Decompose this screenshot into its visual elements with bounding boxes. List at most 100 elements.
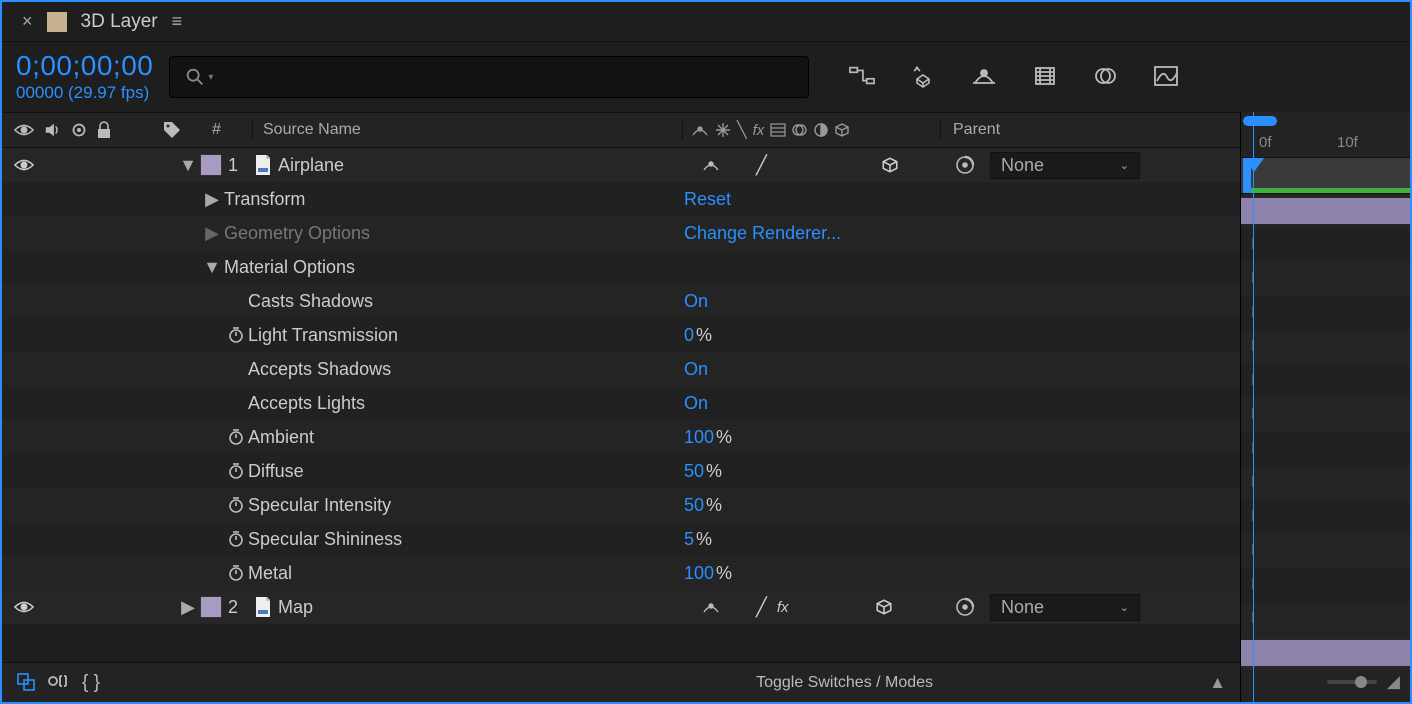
prop-value[interactable]: On <box>684 291 708 312</box>
group-row-transform[interactable]: ▶ Transform Reset <box>2 182 1240 216</box>
layer-rows: ▼ 1 Airplane ╱ <box>2 148 1240 662</box>
render-queue-icon[interactable] <box>16 672 36 694</box>
parent-dropdown[interactable]: None ⌄ <box>990 594 1140 621</box>
group-row-geometry[interactable]: ▶ Geometry Options Change Renderer... <box>2 216 1240 250</box>
parent-col-header[interactable]: Parent <box>940 121 1240 139</box>
draft-3d-icon[interactable] <box>911 65 935 89</box>
brackets-icon[interactable] <box>48 672 70 694</box>
label-col-icon[interactable] <box>162 120 182 140</box>
layer-name[interactable]: Airplane <box>278 155 696 176</box>
close-tab-icon[interactable]: × <box>22 11 33 32</box>
prop-row-casts-shadows[interactable]: Casts Shadows On <box>2 284 1240 318</box>
zoom-slider-track[interactable] <box>1327 680 1377 684</box>
audio-col-icon[interactable] <box>44 121 62 139</box>
group-row-material[interactable]: ▼ Material Options <box>2 250 1240 284</box>
work-area-bar[interactable] <box>1243 116 1277 126</box>
stopwatch-icon[interactable] <box>224 564 248 582</box>
frame-blend-icon[interactable] <box>1033 65 1057 89</box>
toggle-switches-button[interactable]: Toggle Switches / Modes <box>100 674 1209 692</box>
prop-row-ambient[interactable]: Ambient 100% <box>2 420 1240 454</box>
tick-label: 10f <box>1337 134 1358 151</box>
search-input[interactable]: ▾ <box>169 56 809 98</box>
stopwatch-icon[interactable] <box>224 462 248 480</box>
prop-row-specular-shininess[interactable]: Specular Shininess 5% <box>2 522 1240 556</box>
tab-title[interactable]: 3D Layer <box>81 11 158 33</box>
prop-value[interactable]: 0 <box>684 325 694 346</box>
shy-icon[interactable] <box>971 65 997 89</box>
change-renderer-link[interactable]: Change Renderer... <box>684 223 841 244</box>
layer-color-chip[interactable] <box>200 154 222 176</box>
zoom-mountain-icon[interactable]: ◢ <box>1387 672 1400 692</box>
prop-row-accepts-shadows[interactable]: Accepts Shadows On <box>2 352 1240 386</box>
zoom-in-icon[interactable]: ▲ <box>1209 673 1226 693</box>
switch-col-frameblend-icon <box>770 123 786 137</box>
solo-col-icon[interactable] <box>72 123 86 137</box>
pct-label: % <box>706 495 722 516</box>
twirl-right-icon[interactable]: ▶ <box>176 597 200 618</box>
stopwatch-icon[interactable] <box>224 326 248 344</box>
playhead[interactable] <box>1253 112 1254 702</box>
stopwatch-icon[interactable] <box>224 428 248 446</box>
time-nav-strip[interactable] <box>1241 158 1410 194</box>
comp-flowchart-icon[interactable] <box>849 65 875 89</box>
reset-link[interactable]: Reset <box>684 189 731 210</box>
index-col-header[interactable]: # <box>212 121 252 139</box>
layer-row-airplane[interactable]: ▼ 1 Airplane ╱ <box>2 148 1240 182</box>
pickwhip-icon[interactable] <box>954 154 976 176</box>
prop-row-accepts-lights[interactable]: Accepts Lights On <box>2 386 1240 420</box>
stopwatch-icon[interactable] <box>224 496 248 514</box>
quality-switch-icon[interactable]: ╱ <box>756 155 767 176</box>
layer-name[interactable]: Map <box>278 597 696 618</box>
quality-switch-icon[interactable]: ╱ <box>756 597 767 618</box>
twirl-right-icon[interactable]: ▶ <box>200 223 224 244</box>
visibility-col-icon[interactable] <box>14 122 34 138</box>
timecode-block[interactable]: 0;00;00;00 00000 (29.97 fps) <box>16 51 153 102</box>
3d-switch-icon[interactable] <box>875 598 893 616</box>
prop-row-diffuse[interactable]: Diffuse 50% <box>2 454 1240 488</box>
prop-row-specular-intensity[interactable]: Specular Intensity 50% <box>2 488 1240 522</box>
twirl-right-icon[interactable]: ▶ <box>200 189 224 210</box>
prop-value[interactable]: 100 <box>684 427 714 448</box>
group-name: Geometry Options <box>224 223 684 244</box>
visibility-icon[interactable] <box>14 157 34 173</box>
prop-value[interactable]: 50 <box>684 461 704 482</box>
panel-menu-icon[interactable]: ≡ <box>172 11 183 32</box>
fx-switch-icon[interactable]: fx <box>777 599 789 616</box>
prop-value[interactable]: 100 <box>684 563 714 584</box>
tl-layer-bar-airplane[interactable] <box>1241 194 1410 228</box>
group-name: Material Options <box>224 257 684 278</box>
current-timecode[interactable]: 0;00;00;00 <box>16 51 153 82</box>
shy-switch-icon[interactable] <box>702 158 720 172</box>
prop-value[interactable]: 5 <box>684 529 694 550</box>
pickwhip-icon[interactable] <box>954 596 976 618</box>
tl-layer-bar-map[interactable] <box>1241 636 1410 670</box>
3d-switch-icon[interactable] <box>881 156 899 174</box>
timeline-area[interactable]: 0f 10f I I I I I I I I I I I I <box>1240 112 1410 702</box>
prop-value[interactable]: On <box>684 393 708 414</box>
prop-value[interactable]: 50 <box>684 495 704 516</box>
switch-col-collapse-icon <box>715 122 731 138</box>
twirl-down-icon[interactable]: ▼ <box>200 257 224 278</box>
shy-switch-icon[interactable] <box>702 600 720 614</box>
time-ruler[interactable]: 0f 10f <box>1241 112 1410 158</box>
prop-value[interactable]: On <box>684 359 708 380</box>
twirl-down-icon[interactable]: ▼ <box>176 155 200 176</box>
braces-icon[interactable]: { } <box>82 672 100 694</box>
graph-editor-icon[interactable] <box>1153 65 1179 89</box>
prop-row-light-transmission[interactable]: Light Transmission 0% <box>2 318 1240 352</box>
search-icon <box>184 66 206 88</box>
layer-row-map[interactable]: ▶ 2 Map ╱ fx <box>2 590 1240 624</box>
prop-name: Ambient <box>248 427 684 448</box>
visibility-icon[interactable] <box>14 599 34 615</box>
column-header: # Source Name ╲ fx Parent <box>2 112 1240 148</box>
lock-col-icon[interactable] <box>96 121 112 139</box>
switches-col-header: ╲ fx <box>682 120 940 140</box>
motion-blur-icon[interactable] <box>1093 65 1117 89</box>
source-col-header[interactable]: Source Name <box>252 121 682 139</box>
layer-color-chip[interactable] <box>200 596 222 618</box>
parent-dropdown[interactable]: None ⌄ <box>990 152 1140 179</box>
search-dropdown-icon[interactable]: ▾ <box>208 72 213 83</box>
comp-color-chip <box>47 12 67 32</box>
stopwatch-icon[interactable] <box>224 530 248 548</box>
prop-row-metal[interactable]: Metal 100% <box>2 556 1240 590</box>
